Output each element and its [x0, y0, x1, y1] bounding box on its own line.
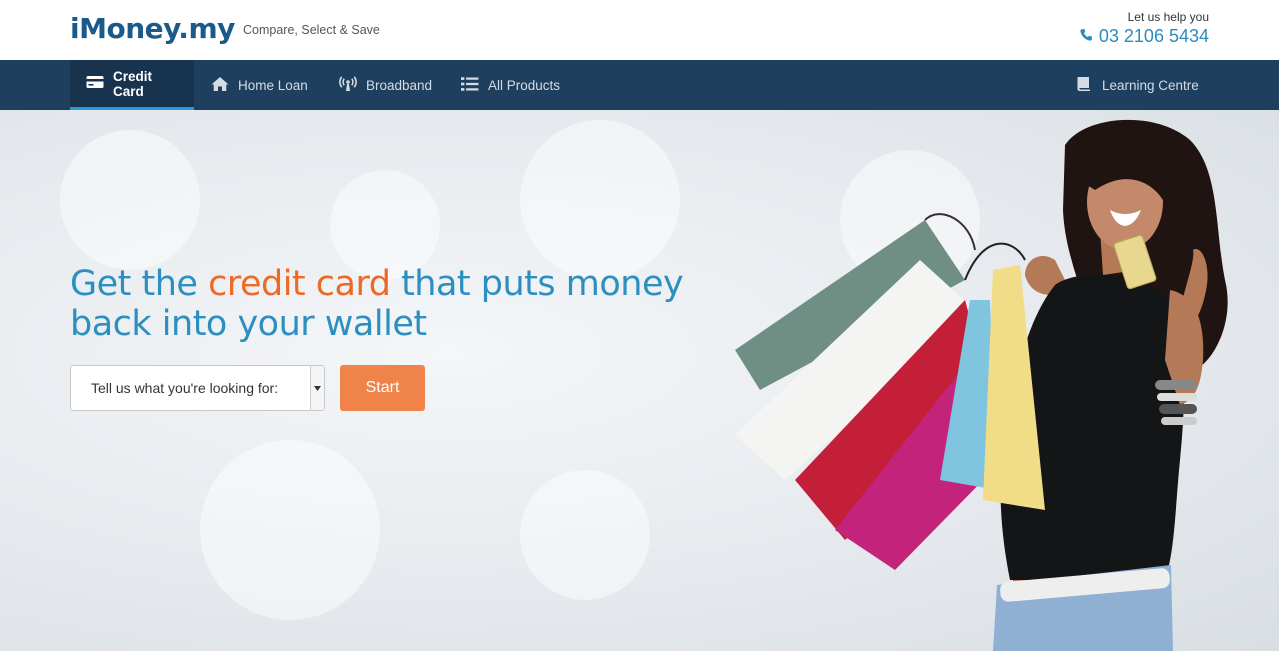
nav-item-all-products[interactable]: All Products — [461, 60, 560, 110]
bokeh-light — [60, 130, 200, 270]
list-icon — [461, 76, 479, 95]
bokeh-light — [520, 470, 650, 600]
nav-item-label: All Products — [488, 77, 561, 93]
headline-accent: credit card — [208, 264, 391, 304]
site-header: iMoney.my Compare, Select & Save Let us … — [0, 0, 1279, 60]
phone-icon — [1079, 26, 1093, 47]
headline-part: Get the — [70, 264, 209, 304]
nav-item-learning-centre[interactable]: Learning Centre — [1075, 60, 1199, 110]
nav-item-label: Learning Centre — [1102, 77, 1199, 93]
broadcast-icon — [339, 75, 357, 95]
home-icon — [211, 76, 229, 95]
select-value: Tell us what you're looking for: — [91, 380, 279, 396]
help-label: Let us help you — [1127, 10, 1209, 24]
shopper-with-bags-image — [735, 119, 1228, 651]
nav-item-label: Credit Card — [113, 68, 153, 99]
start-button[interactable]: Start — [340, 365, 425, 411]
nav-item-label: Home Loan — [238, 77, 308, 93]
site-tagline: Compare, Select & Save — [243, 23, 380, 37]
credit-card-icon — [86, 74, 104, 93]
phone-number[interactable]: 03 2106 5434 — [1099, 26, 1209, 47]
nav-item-credit-card[interactable]: Credit Card — [70, 60, 194, 110]
product-needs-select[interactable]: Tell us what you're looking for: — [70, 365, 325, 411]
bokeh-light — [520, 120, 680, 280]
nav-item-label: Broadband — [366, 77, 433, 93]
select-arrow-icon[interactable] — [310, 366, 324, 410]
bokeh-light — [200, 440, 380, 620]
phone-link[interactable]: 03 2106 5434 — [1079, 26, 1209, 47]
nav-item-home-loan[interactable]: Home Loan — [211, 60, 308, 110]
site-logo[interactable]: iMoney.my — [70, 12, 235, 45]
nav-item-broadband[interactable]: Broadband — [339, 60, 432, 110]
hero-headline: Get the credit card that puts money back… — [70, 264, 770, 344]
hero-banner: Get the credit card that puts money back… — [0, 110, 1279, 651]
help-contact: Let us help you 03 2106 5434 — [1079, 10, 1209, 47]
main-nav: Credit Card Home Loan Broadband All Prod… — [0, 60, 1279, 110]
book-icon — [1075, 76, 1093, 95]
